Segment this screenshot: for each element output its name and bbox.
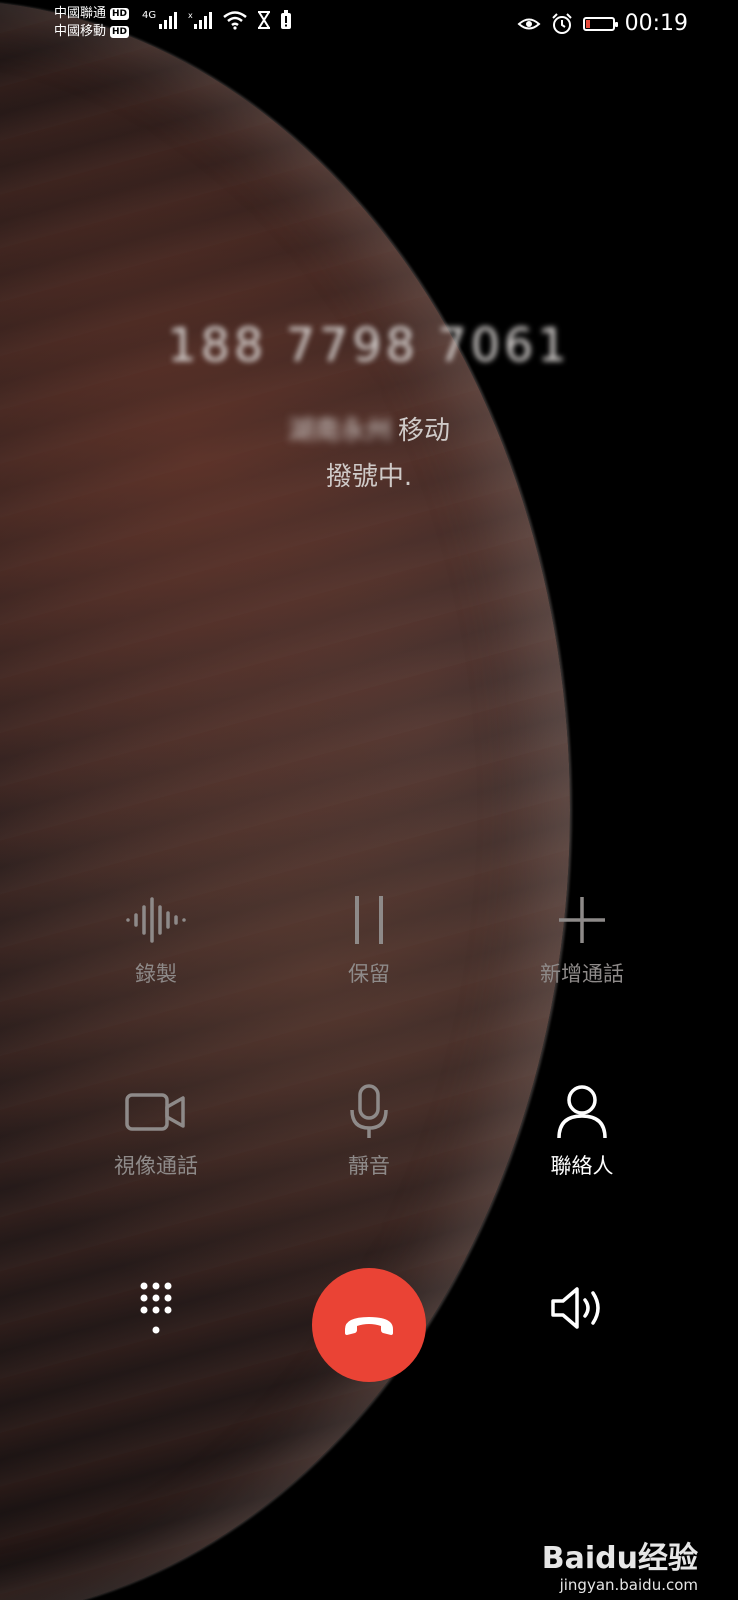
carrier-2-name: 中國移動 [54, 24, 107, 39]
record-label: 錄製 [135, 962, 177, 986]
watermark-brand: Baidu经验 [541, 1541, 698, 1576]
carrier-1-name: 中國聯通 [54, 6, 107, 21]
call-screen: 中國聯通 HD 中國移動 HD 4G x 00:19 188 7798 7061… [0, 0, 738, 1600]
video-call-button[interactable]: 視像通話 [66, 1084, 246, 1180]
eye-icon [517, 18, 541, 30]
plus-icon [550, 892, 614, 948]
hang-up-icon [345, 1317, 393, 1335]
status-bar: 中國聯通 HD 中國移動 HD 4G x 00:19 [0, 0, 738, 48]
clock: 00:19 [624, 11, 688, 36]
video-camera-icon [124, 1084, 188, 1140]
battery-level [585, 20, 590, 28]
battery-icon [582, 17, 618, 31]
hold-button[interactable]: 保留 [279, 892, 459, 988]
svg-text:x: x [188, 11, 193, 20]
pause-icon [337, 892, 401, 948]
mute-label: 靜音 [348, 1154, 390, 1178]
add-call-label: 新增通話 [540, 962, 624, 986]
carrier-row-2: 中國移動 HD [54, 23, 130, 41]
watermark-site: jingyan.baidu.com [559, 1576, 698, 1594]
hold-label: 保留 [348, 962, 390, 986]
status-icons-right: 00:19 [517, 10, 688, 38]
contacts-button[interactable]: 聯絡人 [492, 1084, 672, 1180]
hd-badge: HD [110, 8, 130, 20]
wallpaper-planet [0, 0, 570, 1600]
dialpad-button[interactable] [126, 1270, 186, 1346]
caller-location-region: 湖南永州 [287, 416, 392, 446]
call-status: 撥號中. [325, 462, 413, 492]
caller-location: 湖南永州 移动 [0, 410, 738, 447]
video-call-label: 視像通話 [114, 1154, 198, 1178]
caller-location-carrier: 移动 [398, 416, 451, 446]
add-call-button[interactable]: 新增通話 [492, 892, 672, 988]
contacts-label: 聯絡人 [550, 1154, 614, 1178]
wifi-icon [223, 11, 247, 30]
battery-saver-icon [281, 10, 292, 29]
end-call-button[interactable] [312, 1268, 426, 1382]
record-waveform-icon [124, 892, 188, 948]
hd-badge: HD [110, 26, 130, 38]
caller-number: 188 7798 7061 [167, 318, 571, 372]
alarm-icon [551, 13, 572, 34]
speaker-icon [551, 1287, 600, 1329]
signal-icon: x [188, 11, 213, 29]
mute-button[interactable]: 靜音 [279, 1084, 459, 1180]
carrier-info: 中國聯通 HD 中國移動 HD [54, 5, 130, 41]
baidu-watermark: Baidu经验 jingyan.baidu.com [541, 1541, 698, 1595]
record-button[interactable]: 錄製 [66, 892, 246, 988]
carrier-row-1: 中國聯通 HD [54, 5, 130, 23]
microphone-icon [337, 1084, 401, 1140]
network-type: 4G [142, 10, 157, 21]
person-icon [550, 1084, 614, 1140]
signal-icon [159, 12, 178, 29]
hourglass-icon [258, 11, 271, 29]
speaker-button[interactable] [546, 1278, 616, 1338]
dialpad-icon [140, 1282, 172, 1334]
status-icons-left: 4G x [142, 10, 292, 30]
